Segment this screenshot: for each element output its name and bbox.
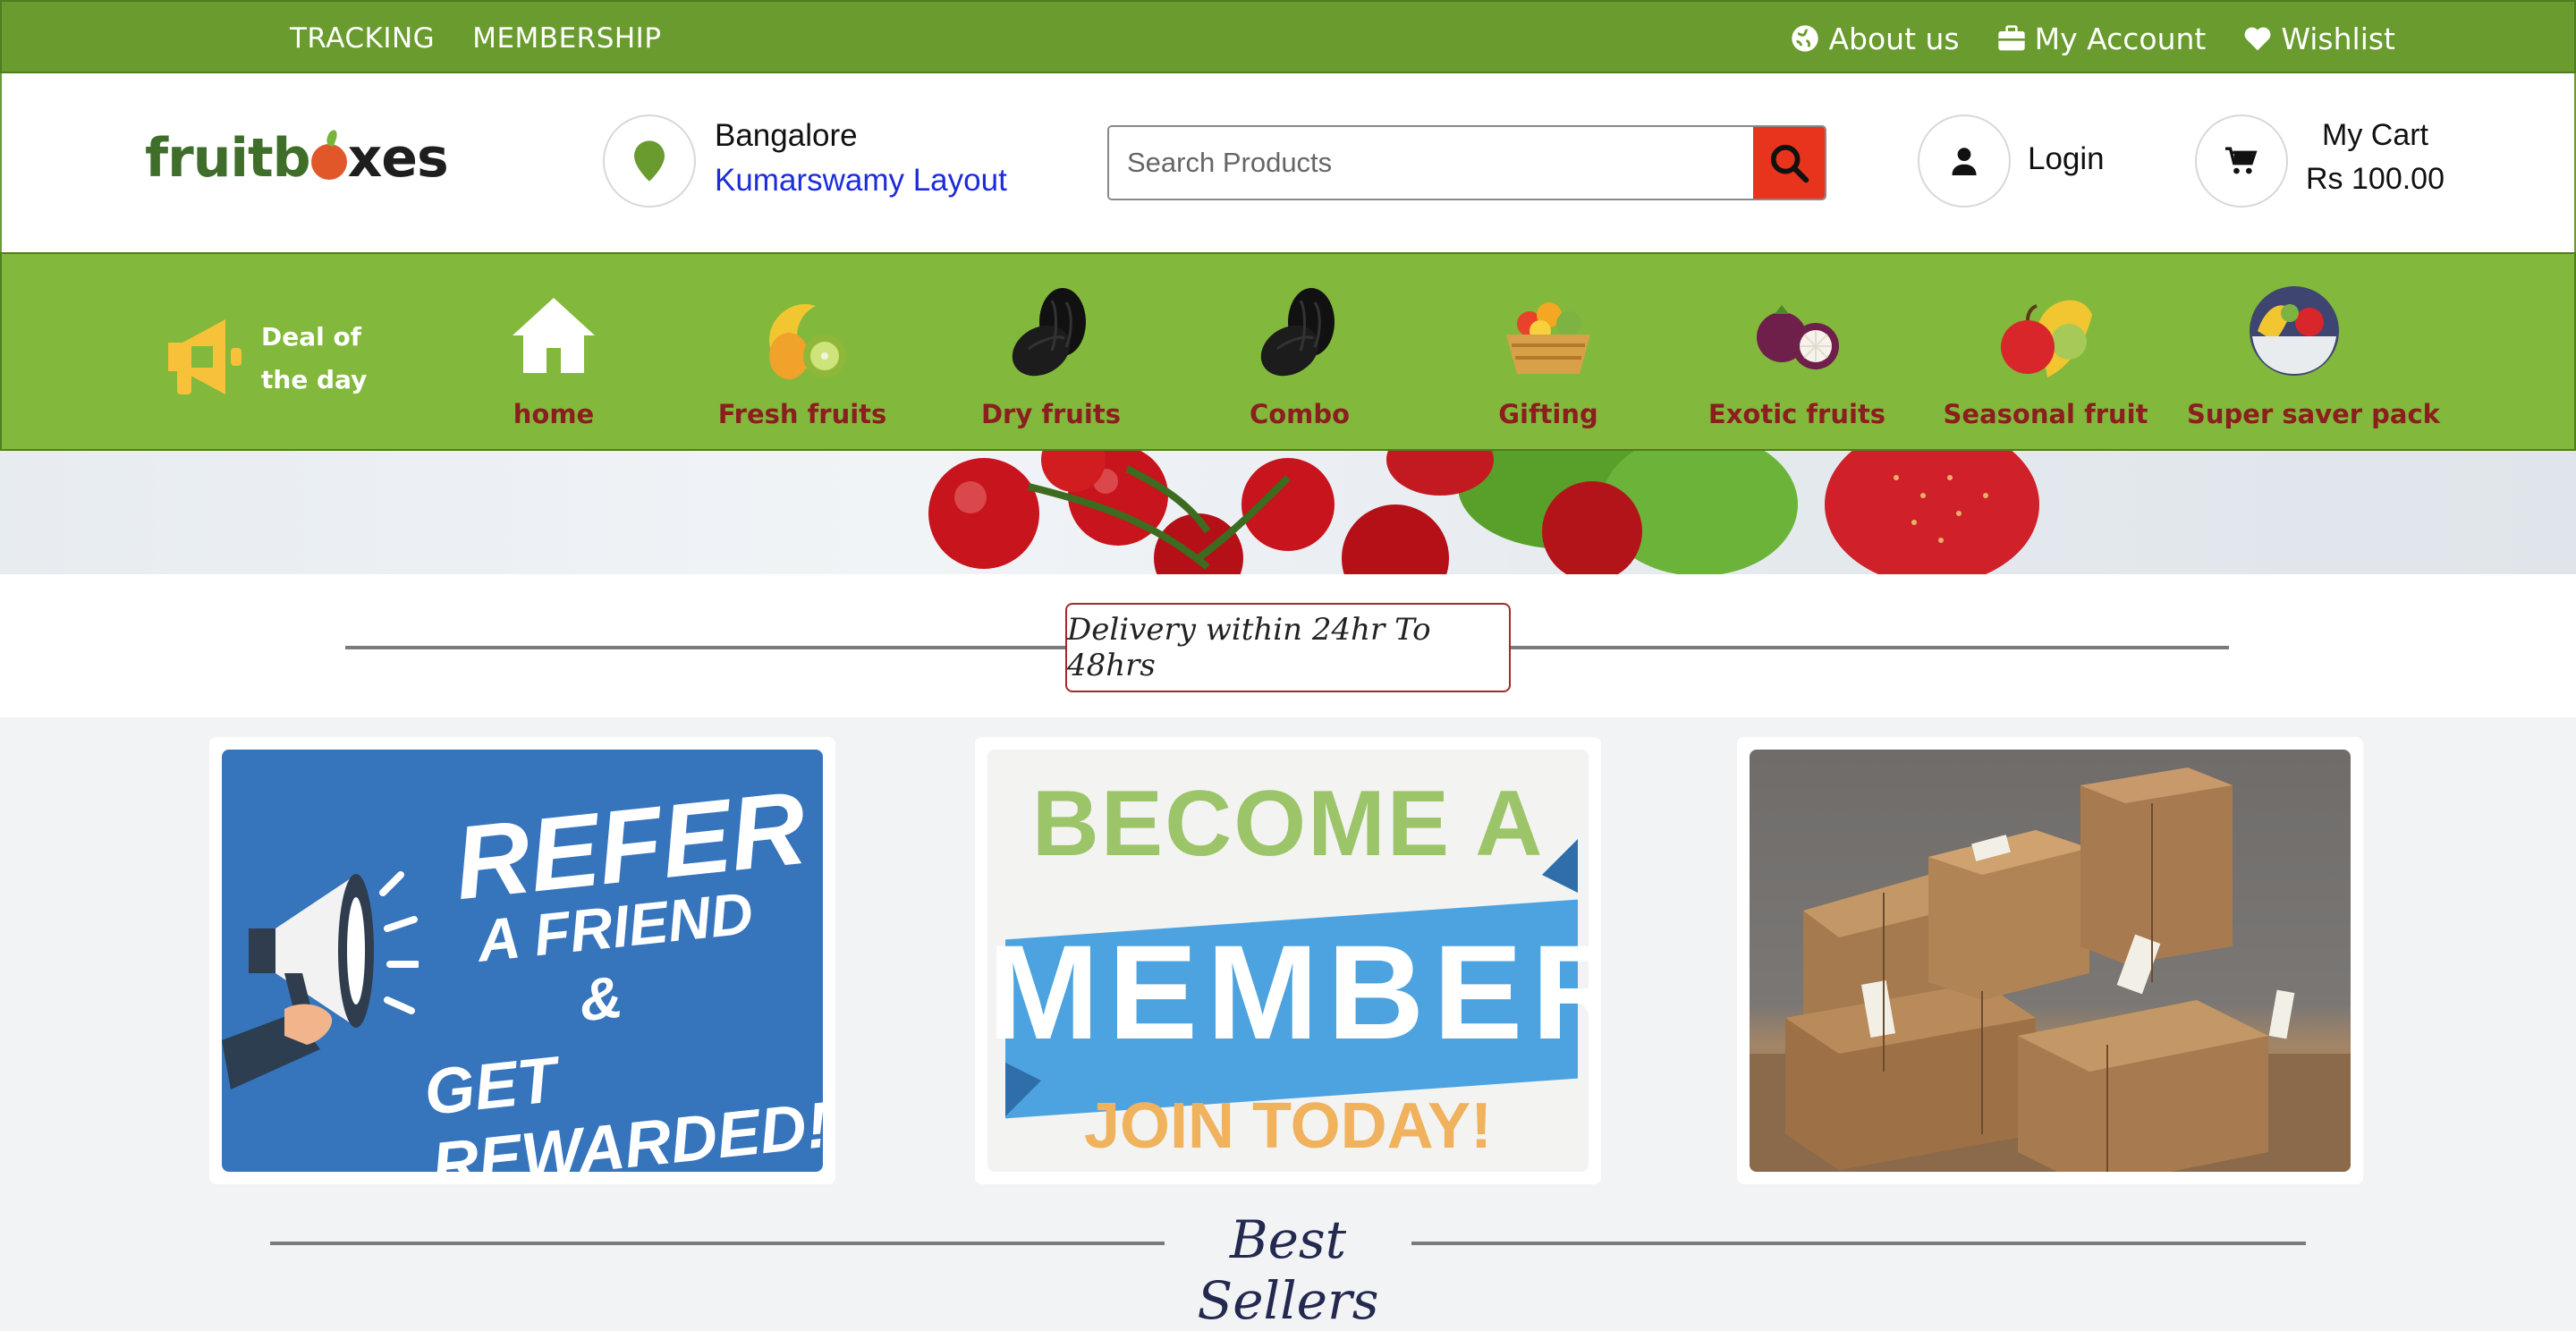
location-button[interactable] (603, 114, 696, 208)
category-label: Exotic fruits (1707, 399, 1886, 429)
category-label: Gifting (1498, 399, 1598, 429)
become-member-banner: BECOME A MEMBER JOIN TODAY! (987, 750, 1589, 1172)
heart-icon (2244, 27, 2271, 51)
dates-icon (1260, 288, 1335, 377)
cart-amount: Rs 100.00 (2306, 162, 2445, 196)
tracking-link[interactable]: TRACKING (290, 22, 435, 55)
divider-line-left (345, 646, 1066, 649)
category-combo[interactable]: Combo (1192, 286, 1407, 447)
login-button[interactable] (1918, 114, 2011, 208)
ampersand-text: & (576, 962, 626, 1034)
map-pin-icon (634, 140, 665, 182)
login-label[interactable]: Login (2028, 141, 2105, 177)
dates-icon (1012, 288, 1086, 377)
cart-button[interactable] (2195, 114, 2288, 208)
fresh-fruits-icon (769, 304, 846, 379)
top-bar-left-links: TRACKING MEMBERSHIP (290, 2, 662, 75)
promo-cards: REFER A FRIEND & GET REWARDED! BECOME A … (0, 717, 2576, 1200)
logo-orange-icon (310, 144, 347, 180)
category-super-saver-pack[interactable]: Super saver pack (2187, 286, 2440, 447)
cart-label: My Cart (2322, 118, 2428, 152)
wishlist-label: Wishlist (2281, 21, 2395, 56)
location-area-link[interactable]: Kumarswamy Layout (715, 163, 1007, 199)
cart-info[interactable]: My Cart Rs 100.00 (2306, 118, 2445, 197)
logo-text-part1: fruitb (145, 127, 311, 190)
location-info: Bangalore Kumarswamy Layout (715, 118, 1007, 199)
best-sellers-section: Best Sellers (0, 1200, 2576, 1331)
gift-boxes-card[interactable] (1737, 737, 2363, 1184)
refer-friend-banner: REFER A FRIEND & GET REWARDED! (222, 750, 823, 1172)
mangosteen-icon (1757, 305, 1839, 369)
fruits-banner-image (928, 451, 2039, 574)
home-icon (513, 298, 595, 373)
category-label: Fresh fruits (717, 399, 887, 429)
site-logo[interactable]: fruitb xes (145, 127, 449, 190)
top-bar: TRACKING MEMBERSHIP About us My Account … (0, 0, 2576, 73)
category-label: Seasonal fruit (1943, 399, 2148, 429)
main-header: fruitb xes Bangalore Kumarswamy Layout Lo… (0, 73, 2576, 252)
search-button[interactable] (1753, 127, 1825, 199)
divider-line-right (1411, 1242, 2306, 1245)
deal-label-line1: Deal of (261, 322, 361, 352)
deal-label: Deal of the day (261, 316, 367, 402)
user-icon (1952, 148, 1977, 175)
category-label: Super saver pack (2187, 399, 2440, 429)
category-nav: Deal of the day home Fresh fruits Dry fr… (0, 252, 2576, 451)
category-label: Dry fruits (980, 399, 1121, 429)
get-rewarded-text: GET REWARDED! (420, 1044, 823, 1172)
category-seasonal-fruit[interactable]: Seasonal fruit (1938, 286, 2153, 447)
gift-boxes-image (1750, 750, 2351, 1172)
become-member-card[interactable]: BECOME A MEMBER JOIN TODAY! (975, 737, 1601, 1184)
search-icon (1770, 144, 1809, 183)
my-account-link[interactable]: My Account (1997, 21, 2207, 56)
about-us-label: About us (1828, 21, 1960, 56)
search-bar (1107, 125, 1826, 200)
cart-icon (2225, 147, 2258, 174)
category-exotic-fruits[interactable]: Exotic fruits (1690, 286, 1904, 447)
category-gifting[interactable]: Gifting (1441, 286, 1656, 447)
category-label: Combo (1249, 399, 1351, 429)
parcels-image (1750, 767, 2351, 1172)
megaphone-hand-icon (222, 871, 419, 1089)
seasonal-fruit-icon (2001, 300, 2092, 377)
category-label: home (513, 399, 595, 429)
delivery-section: Delivery within 24hr To 48hrs (0, 574, 2576, 717)
my-account-label: My Account (2034, 21, 2207, 56)
globe-icon (1792, 25, 1819, 52)
fruit-bowl-icon (2250, 286, 2339, 376)
logo-text-part2: xes (347, 127, 449, 190)
refer-friend-card[interactable]: REFER A FRIEND & GET REWARDED! (209, 737, 835, 1184)
deal-of-the-day-link[interactable]: Deal of the day (161, 312, 376, 402)
divider-line-left (270, 1242, 1165, 1245)
divider-line-right (1510, 646, 2229, 649)
location-city: Bangalore (715, 118, 858, 153)
briefcase-icon (1997, 25, 2025, 51)
delivery-info-badge: Delivery within 24hr To 48hrs (1065, 603, 1511, 692)
join-today-text: JOIN TODAY! (1083, 1090, 1493, 1162)
membership-link[interactable]: MEMBERSHIP (472, 22, 661, 55)
hero-banner[interactable] (0, 451, 2576, 574)
category-dry-fruits[interactable]: Dry fruits (944, 286, 1158, 447)
megaphone-icon (168, 319, 242, 394)
top-bar-right-links: About us My Account Wishlist (1791, 2, 2395, 75)
about-us-link[interactable]: About us (1791, 21, 1960, 56)
deal-label-line2: the day (261, 365, 368, 394)
category-home[interactable]: home (446, 286, 661, 447)
best-sellers-heading: Best Sellers (1197, 1209, 1379, 1331)
search-input[interactable] (1109, 127, 1753, 199)
member-text: MEMBER (987, 917, 1589, 1067)
category-fresh-fruits[interactable]: Fresh fruits (695, 286, 910, 447)
fruit-basket-icon (1506, 302, 1590, 374)
wishlist-link[interactable]: Wishlist (2243, 21, 2395, 56)
